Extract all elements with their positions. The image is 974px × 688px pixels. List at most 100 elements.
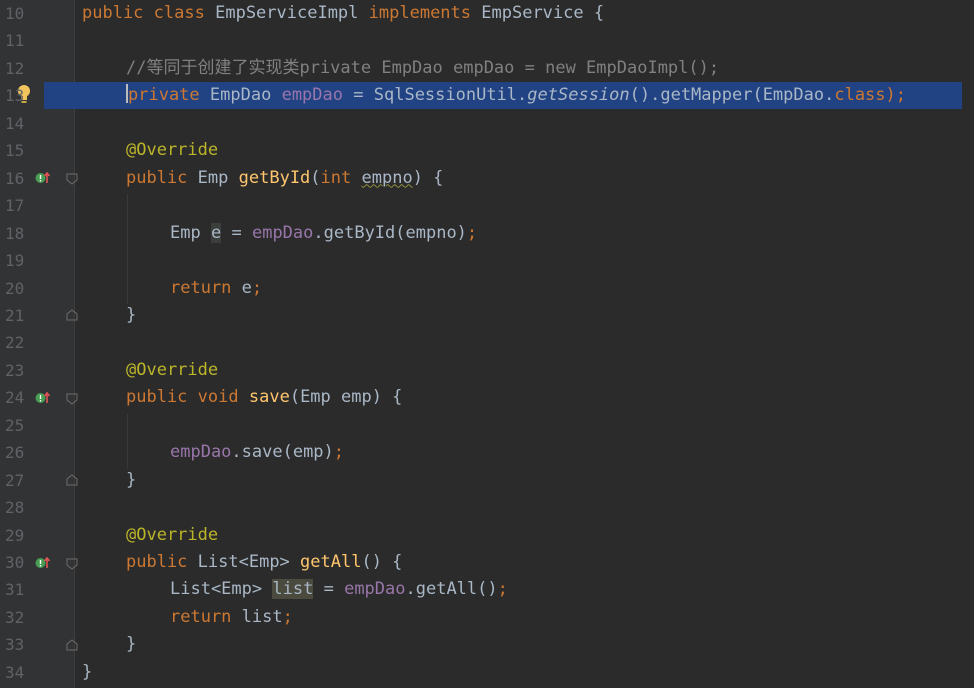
keyword: public: [126, 552, 188, 572]
signature: (Emp emp) {: [289, 387, 403, 408]
code-line-30[interactable]: public List<Emp> getAll() {: [74, 549, 974, 576]
code-editor[interactable]: 10 11 12 13 14 15 16 17 18 19 20 21 22 2…: [0, 0, 974, 688]
brace: }: [82, 661, 93, 682]
variable-name: e: [210, 222, 222, 243]
code-line-33[interactable]: }: [74, 631, 974, 658]
code-line-26[interactable]: empDao.save(emp);: [74, 439, 974, 466]
keyword: return: [170, 606, 232, 627]
line-number: 21: [5, 305, 25, 325]
semicolon: ;: [282, 606, 293, 627]
code-line-24[interactable]: public void save(Emp emp) {: [74, 384, 974, 411]
semicolon: ;: [251, 277, 263, 298]
line-number: 11: [5, 31, 25, 51]
method-name: getAll: [300, 552, 362, 572]
line-number: 26: [5, 443, 25, 463]
type-name: Emp: [170, 222, 201, 243]
code-line-21[interactable]: }: [74, 302, 974, 329]
keyword: class: [153, 3, 205, 23]
implements-method-icon[interactable]: [35, 555, 51, 571]
code-line-16[interactable]: public Emp getById(int empno) {: [74, 165, 974, 192]
line-number: 15: [5, 141, 25, 161]
annotation: @Override: [126, 140, 219, 161]
line-number: 10: [5, 4, 25, 23]
signature: () {: [361, 552, 403, 572]
class-ref: SqlSessionUtil.: [373, 85, 528, 106]
keyword: implements: [368, 3, 472, 23]
line-number: 34: [5, 662, 25, 682]
semicolon: ;: [497, 579, 508, 600]
interface-name: EmpService: [481, 3, 584, 23]
brace: }: [126, 304, 137, 325]
line-number: 23: [5, 360, 25, 380]
line-number: 33: [5, 635, 25, 655]
method-name: save: [248, 387, 290, 408]
code-line-15[interactable]: @Override: [74, 137, 974, 164]
code-area[interactable]: public class EmpServiceImpl implements E…: [74, 0, 974, 688]
code-line-13[interactable]: private EmpDao empDao = SqlSessionUtil.g…: [74, 82, 974, 109]
keyword: return: [170, 277, 232, 298]
semicolon: ;: [466, 222, 478, 243]
code-line-29[interactable]: @Override: [74, 522, 974, 549]
method-name: getById: [238, 167, 311, 188]
implements-method-icon[interactable]: [35, 170, 51, 186]
line-number: 29: [5, 525, 25, 545]
keyword: int: [320, 167, 352, 188]
method-call: .getById(empno): [313, 222, 467, 243]
line-number: 19: [5, 251, 25, 271]
brace: }: [126, 634, 137, 655]
paren: ) {: [412, 167, 444, 188]
code-line-31[interactable]: List<Emp> list = empDao.getAll();: [74, 576, 974, 603]
operator: =: [323, 579, 334, 600]
variable-name: e: [241, 277, 252, 298]
annotation: @Override: [126, 524, 219, 545]
statement-end: );: [885, 85, 907, 106]
type-name: Emp: [197, 167, 229, 188]
line-number: 25: [5, 415, 25, 435]
type-name: List<Emp>: [170, 579, 263, 600]
code-line-18[interactable]: Emp e = empDao.getById(empno);: [74, 220, 974, 247]
line-number: 32: [5, 607, 25, 627]
line-number: 18: [5, 223, 25, 243]
line-number: 12: [5, 58, 25, 78]
code-line-20[interactable]: return e;: [74, 275, 974, 302]
line-number: 17: [5, 196, 25, 216]
annotation: @Override: [126, 359, 219, 380]
code-line-12[interactable]: //等同于创建了实现类private EmpDao empDao = new E…: [74, 55, 974, 82]
line-number: 20: [5, 278, 25, 298]
parameter-name: empno: [361, 167, 413, 188]
keyword: private: [128, 85, 200, 106]
method-call: getSession: [527, 85, 630, 106]
line-number: 22: [5, 333, 25, 353]
brace: {: [593, 3, 605, 23]
semicolon: ;: [333, 442, 345, 463]
keyword: public: [126, 167, 188, 188]
brace: }: [126, 469, 137, 490]
line-number: 30: [5, 553, 25, 572]
keyword: public: [126, 387, 188, 408]
line-number: 24: [5, 388, 25, 408]
method-call: .save(emp): [231, 442, 334, 463]
method-call: .getAll(): [405, 579, 498, 600]
line-number: 31: [5, 580, 25, 600]
code-line-34[interactable]: }: [74, 659, 974, 686]
line-number: 14: [5, 113, 25, 133]
line-number: 27: [5, 470, 25, 490]
line-number: 13: [5, 86, 25, 106]
operator: =: [353, 85, 364, 106]
code-line-10[interactable]: public class EmpServiceImpl implements E…: [74, 0, 974, 27]
code-line-32[interactable]: return list;: [74, 604, 974, 631]
keyword: class: [834, 85, 886, 106]
code-line-23[interactable]: @Override: [74, 357, 974, 384]
field-name: empDao: [170, 442, 232, 463]
variable-name: list: [272, 579, 314, 600]
comment: //等同于创建了实现类private EmpDao empDao = new E…: [126, 57, 720, 78]
call-chain: ().getMapper(EmpDao.: [629, 85, 835, 106]
type-name: EmpDao: [209, 85, 272, 106]
line-number: 28: [5, 498, 25, 518]
paren: (: [310, 167, 321, 188]
field-name: empDao: [281, 85, 343, 106]
implements-method-icon[interactable]: [35, 390, 51, 406]
variable-name: list: [241, 606, 283, 627]
code-line-27[interactable]: }: [74, 467, 974, 494]
type-name: List<Emp>: [197, 552, 290, 572]
